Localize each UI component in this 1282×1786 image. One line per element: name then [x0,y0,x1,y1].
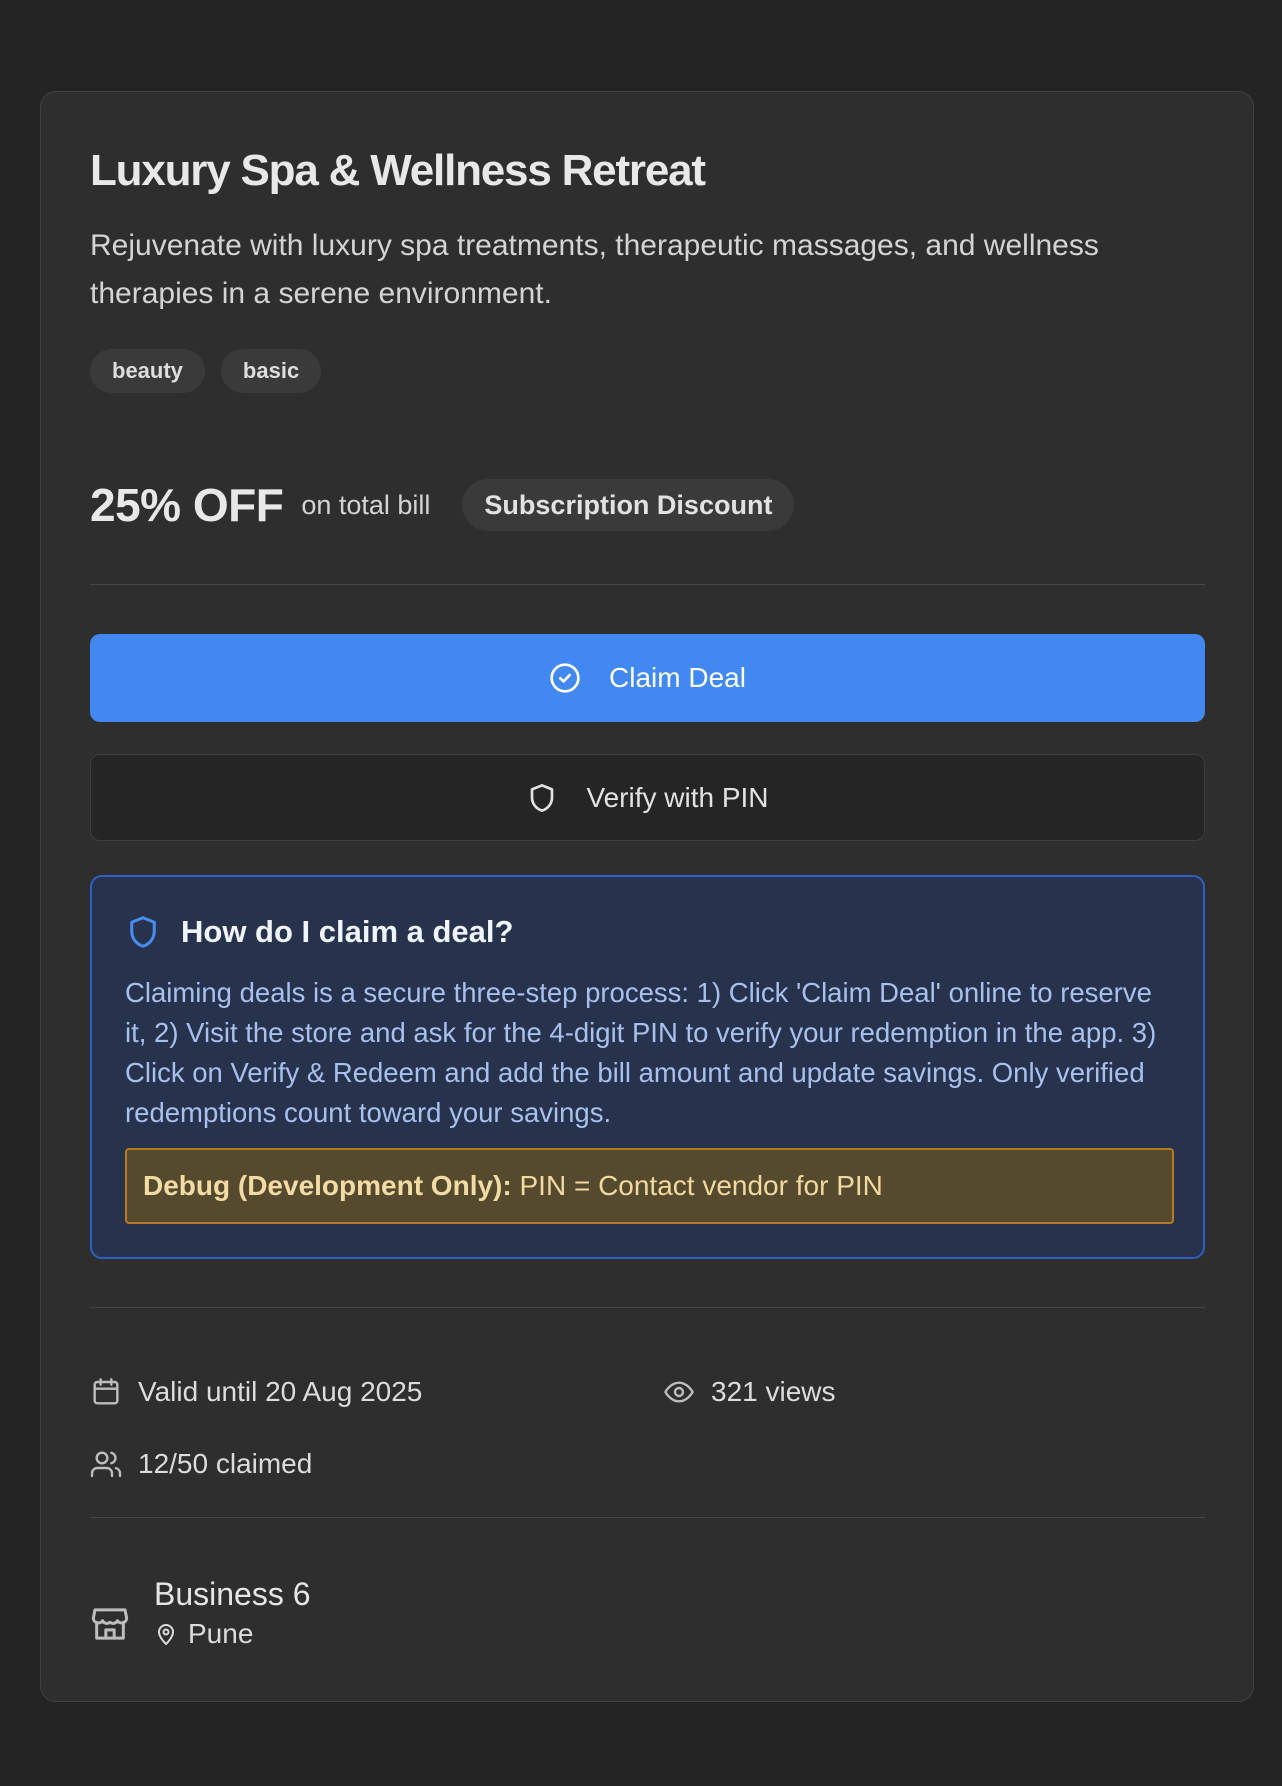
views-text: 321 views [711,1376,836,1407]
store-icon [90,1604,130,1644]
divider [90,1517,1205,1518]
check-circle-icon [549,662,581,694]
eye-icon [663,1376,695,1408]
help-body: Claiming deals is a secure three-step pr… [125,977,1157,1128]
shield-icon [125,913,161,951]
claim-deal-button[interactable]: Claim Deal [90,634,1205,722]
users-icon [90,1448,122,1480]
divider [90,1307,1205,1308]
verify-pin-label: Verify with PIN [586,781,769,813]
business-location: Pune [154,1618,311,1650]
business-city: Pune [188,1618,254,1649]
claim-help-box: How do I claim a deal? Claiming deals is… [90,875,1205,1259]
debug-notice: Debug (Development Only): PIN = Contact … [125,1148,1174,1224]
views-info: 321 views [663,1376,836,1408]
deal-card: Luxury Spa & Wellness Retreat Rejuvenate… [40,91,1254,1702]
business-info[interactable]: Business 6 Pune [90,1572,311,1650]
deal-title: Luxury Spa & Wellness Retreat [90,146,706,195]
help-header: How do I claim a deal? [125,913,513,951]
debug-label: Debug (Development Only): [143,1170,512,1201]
map-pin-icon [154,1622,178,1646]
offer-subtext: on total bill [301,489,431,520]
business-name[interactable]: Business 6 [154,1572,311,1616]
valid-until-text: Valid until 20 Aug 2025 [138,1376,423,1407]
divider [90,584,1205,585]
business-details: Business 6 Pune [154,1572,311,1650]
offer-row: 25% OFF on total bill Subscription Disco… [90,478,795,532]
tag-list: beauty basic [90,349,322,393]
claimed-text: 12/50 claimed [138,1448,313,1479]
deal-description: Rejuvenate with luxury spa treatments, t… [90,229,1099,310]
shield-icon [526,782,558,814]
calendar-icon [90,1376,122,1408]
verify-pin-button[interactable]: Verify with PIN [90,754,1205,841]
claim-deal-label: Claim Deal [609,662,746,693]
claimed-info: 12/50 claimed [90,1448,312,1480]
tag-basic[interactable]: basic [220,349,322,393]
offer-value: 25% OFF [90,479,284,531]
help-title: How do I claim a deal? [181,914,514,949]
debug-value: PIN = Contact vendor for PIN [511,1170,883,1201]
tag-beauty[interactable]: beauty [90,349,205,393]
validity-info: Valid until 20 Aug 2025 [90,1376,422,1408]
offer-type-badge: Subscription Discount [462,479,795,531]
